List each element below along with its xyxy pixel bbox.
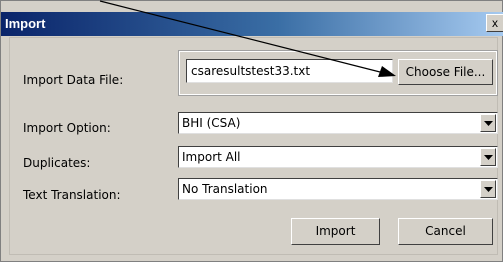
annotation-arrow-line bbox=[99, 0, 381, 73]
annotation-arrow-head bbox=[378, 66, 396, 77]
annotation-arrow bbox=[99, 0, 396, 77]
